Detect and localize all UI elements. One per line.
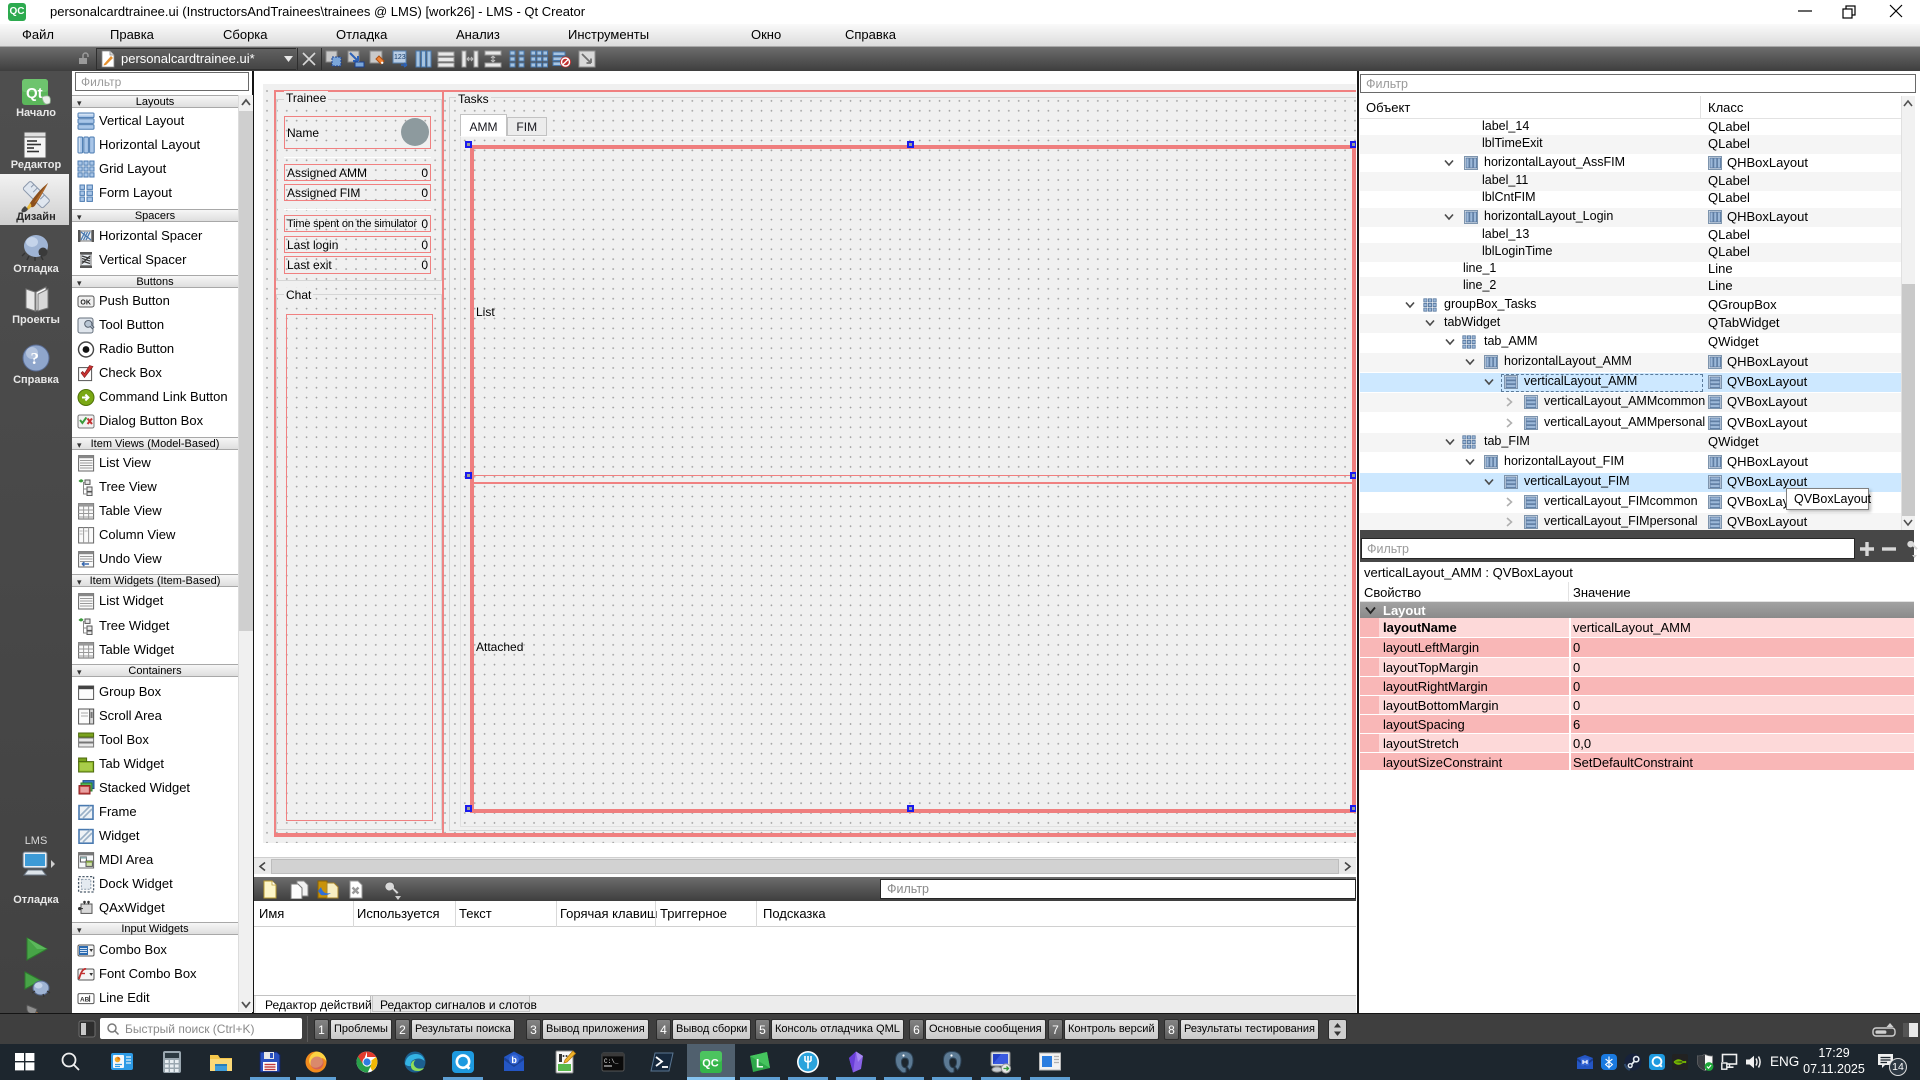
svg-text:Qt: Qt — [26, 85, 43, 102]
svg-text:123: 123 — [394, 54, 406, 61]
svg-text:?: ? — [31, 349, 40, 368]
svg-text:QC: QC — [702, 1057, 719, 1069]
svg-text:C:\_: C:\_ — [604, 1058, 619, 1065]
svg-text:L: L — [756, 1056, 763, 1070]
svg-text:b: b — [511, 1055, 517, 1065]
